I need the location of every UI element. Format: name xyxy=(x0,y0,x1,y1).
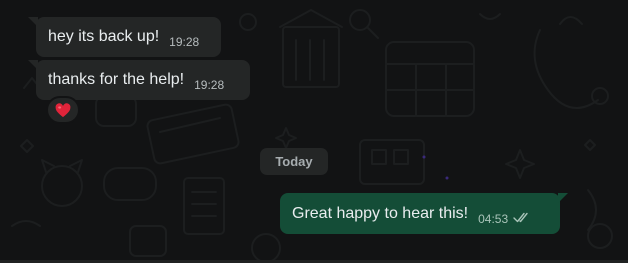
outgoing-message-bubble[interactable]: Great happy to hear this! 04:53 xyxy=(280,193,568,234)
date-separator: Today xyxy=(260,148,328,175)
message-text: hey its back up! xyxy=(48,28,160,45)
heart-icon xyxy=(55,102,71,117)
double-check-icon xyxy=(513,210,531,228)
message-text: Great happy to hear this! xyxy=(292,204,469,222)
message-text: thanks for the help! xyxy=(48,71,185,88)
message-reaction[interactable] xyxy=(46,96,80,124)
message-timestamp: 04:53 xyxy=(478,211,509,226)
date-separator-label: Today xyxy=(275,154,313,169)
message-timestamp: 19:28 xyxy=(194,78,225,92)
message-timestamp: 19:28 xyxy=(169,35,200,49)
incoming-message-bubble[interactable]: hey its back up! 19:28 xyxy=(28,17,221,57)
incoming-message-bubble[interactable]: thanks for the help! 19:28 xyxy=(28,60,250,100)
